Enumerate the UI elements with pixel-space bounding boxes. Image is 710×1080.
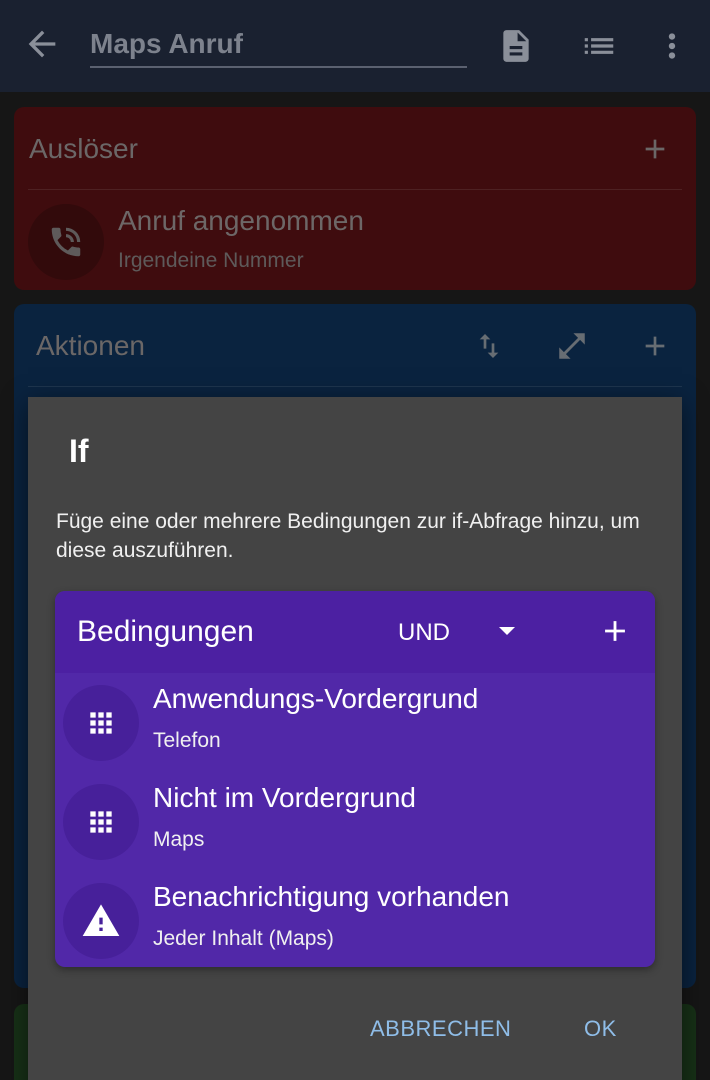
warning-icon xyxy=(63,883,139,959)
condition-detail: Telefon xyxy=(153,729,221,752)
condition-item[interactable]: Nicht im Vordergrund Maps xyxy=(55,772,655,871)
macro-name-text: Maps Anruf xyxy=(90,28,243,59)
condition-detail: Jeder Inhalt (Maps) xyxy=(153,927,334,950)
list-icon[interactable] xyxy=(577,24,621,68)
more-vert-icon[interactable] xyxy=(650,24,694,68)
dialog-description: Füge eine oder mehrere Bedingungen zur i… xyxy=(56,510,640,562)
condition-name: Benachrichtigung vorhanden xyxy=(153,881,510,912)
macro-name-field[interactable]: Maps Anruf xyxy=(90,24,467,68)
condition-item[interactable]: Benachrichtigung vorhanden Jeder Inhalt … xyxy=(55,871,655,967)
document-icon[interactable] xyxy=(494,24,538,68)
operator-select[interactable]: UND xyxy=(398,619,450,647)
apps-grid-icon xyxy=(63,685,139,761)
add-condition-button[interactable] xyxy=(595,611,635,651)
condition-detail: Maps xyxy=(153,828,205,851)
plus-icon xyxy=(605,621,625,641)
conditions-title: Bedingungen xyxy=(77,615,254,648)
cancel-button[interactable]: ABBRECHEN xyxy=(370,1016,511,1042)
chevron-down-icon[interactable] xyxy=(499,627,515,635)
ok-button[interactable]: OK xyxy=(584,1016,617,1042)
apps-grid-icon xyxy=(63,784,139,860)
condition-item[interactable]: Anwendungs-Vordergrund Telefon xyxy=(55,673,655,772)
if-dialog: If Füge eine oder mehrere Bedingungen zu… xyxy=(28,397,682,1080)
dialog-title: If xyxy=(69,433,89,469)
arrow-left-icon[interactable] xyxy=(22,24,62,64)
conditions-header: Bedingungen UND xyxy=(55,591,655,673)
condition-name: Nicht im Vordergrund xyxy=(153,782,417,813)
condition-name: Anwendungs-Vordergrund xyxy=(153,683,479,714)
app-bar: Maps Anruf xyxy=(0,0,710,92)
conditions-card: Bedingungen UND Anwendungs-Vordergrund T… xyxy=(55,591,655,967)
